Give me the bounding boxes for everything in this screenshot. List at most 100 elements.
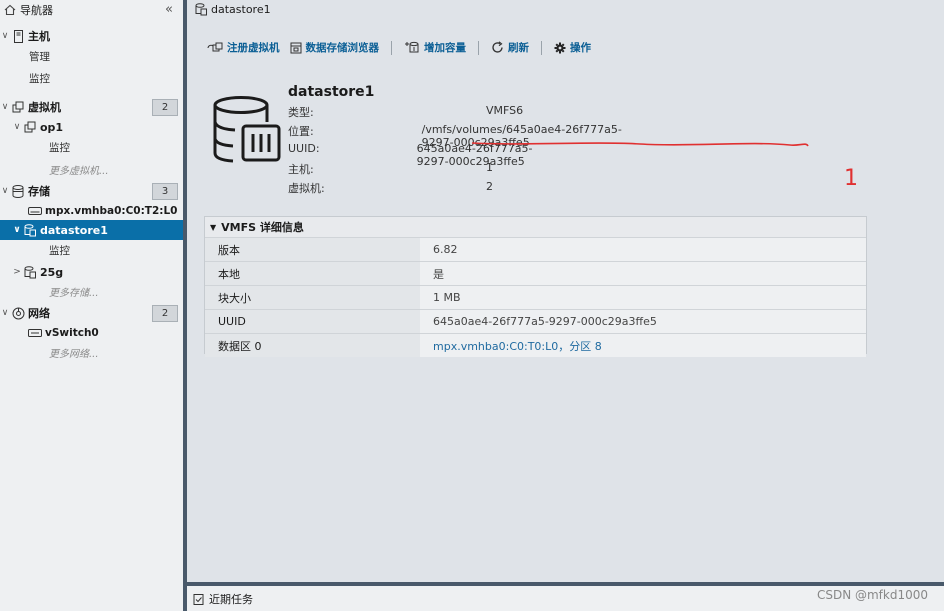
nav-item-label: 主机 xyxy=(28,30,50,43)
nav-item-more-networks[interactable]: 更多网络... xyxy=(0,342,183,362)
summary-row-type: 类型: VMFS6 xyxy=(288,104,523,123)
nav-item-datastore1[interactable]: ∨ datastore1 xyxy=(0,220,183,240)
vmfs-row-local: 本地 是 xyxy=(205,261,866,285)
vmfs-row-block-size: 块大小 1 MB xyxy=(205,285,866,309)
increase-capacity-label: 增加容量 xyxy=(424,42,466,54)
toolbar-divider xyxy=(541,40,542,55)
chevron-down-icon[interactable]: ∨ xyxy=(0,102,10,112)
nav-item-storage[interactable]: ∨ 存储 3 xyxy=(0,181,183,201)
datastore-large-icon xyxy=(213,96,283,168)
register-vm-label: 注册虚拟机 xyxy=(227,42,280,54)
nav-item-mpx-device[interactable]: mpx.vmhba0:C0:T2:L0 xyxy=(0,201,183,221)
nav-item-label: 更多存储... xyxy=(49,287,99,299)
vmfs-details-header[interactable]: ▼ VMFS 详细信息 xyxy=(205,217,866,237)
chevron-down-icon[interactable]: ∨ xyxy=(0,308,10,318)
disk-icon xyxy=(28,204,42,218)
nav-item-vm-op1[interactable]: ∨ op1 xyxy=(0,117,183,137)
nav-item-label: 更多虚拟机... xyxy=(49,165,109,177)
toolbar-divider xyxy=(391,40,392,55)
datastore-name: datastore1 xyxy=(288,84,375,100)
refresh-icon xyxy=(491,41,504,54)
collapse-sidebar-button[interactable]: « xyxy=(165,2,173,17)
datastore-browser-label: 数据存储浏览器 xyxy=(305,42,380,54)
datastore-browser-button[interactable]: 数据存储浏览器 xyxy=(290,40,380,55)
vmfs-row-label: 块大小 xyxy=(205,286,420,309)
nav-item-op1-monitor[interactable]: 监控 xyxy=(0,137,183,157)
increase-capacity-button[interactable]: 增加容量 xyxy=(404,40,466,55)
navigator-sidebar: 导航器 « ∨ 主机 管理 监控 ∨ 虚拟机 2 ∨ op1 监控 更多虚拟机.… xyxy=(0,0,183,611)
home-icon[interactable] xyxy=(4,4,16,16)
recent-tasks-label: 近期任务 xyxy=(209,592,253,606)
collapse-triangle-icon[interactable]: ▼ xyxy=(210,223,216,232)
summary-value: 1 xyxy=(486,161,493,174)
nav-item-host-monitor[interactable]: 监控 xyxy=(0,68,183,88)
vmfs-details-panel: ▼ VMFS 详细信息 版本 6.82 本地 是 块大小 1 MB UUID 6… xyxy=(204,216,867,357)
nav-item-label: 存储 xyxy=(28,185,50,198)
watermark: CSDN @mfkd1000 xyxy=(816,588,928,602)
nav-item-host[interactable]: ∨ 主机 xyxy=(0,26,183,46)
nav-item-label: mpx.vmhba0:C0:T2:L0 xyxy=(45,205,178,217)
nav-item-label: 监控 xyxy=(29,72,50,85)
summary-row-hosts: 主机: 1 xyxy=(288,161,493,180)
main-panel: datastore1 注册虚拟机 数据存储浏览器 增加容量 刷新 操作 data… xyxy=(187,0,944,582)
register-vm-icon xyxy=(207,42,223,54)
actions-button[interactable]: 操作 xyxy=(554,40,591,55)
browser-icon xyxy=(290,42,302,54)
summary-label: UUID: xyxy=(288,142,320,155)
chevron-down-icon[interactable]: ∨ xyxy=(0,31,10,41)
vmfs-row-value: 是 xyxy=(420,262,866,285)
summary-label: 位置: xyxy=(288,125,314,138)
nav-item-25g[interactable]: > 25g xyxy=(0,262,183,282)
nav-item-vms[interactable]: ∨ 虚拟机 2 xyxy=(0,97,183,117)
increase-capacity-icon xyxy=(404,41,420,54)
red-underline-annotation xyxy=(471,142,809,147)
storage-count-badge: 3 xyxy=(152,183,178,200)
nav-item-vswitch0[interactable]: vSwitch0 xyxy=(0,323,183,343)
nav-item-network[interactable]: ∨ 网络 2 xyxy=(0,303,183,323)
navigator-header: 导航器 « xyxy=(0,0,183,20)
nav-item-label: 监控 xyxy=(49,141,70,154)
nav-item-datastore1-monitor[interactable]: 监控 xyxy=(0,240,183,260)
chevron-down-icon[interactable]: ∨ xyxy=(12,225,22,235)
nav-item-label: vSwitch0 xyxy=(45,327,99,339)
refresh-button[interactable]: 刷新 xyxy=(491,40,529,55)
vmfs-row-value: 645a0ae4-26f777a5-9297-000c29a3ffe5 xyxy=(420,310,866,333)
nav-item-label: 25g xyxy=(40,265,64,279)
nav-item-host-manage[interactable]: 管理 xyxy=(0,46,183,66)
summary-label: 主机: xyxy=(288,163,314,176)
nav-item-label: 更多网络... xyxy=(49,348,99,360)
nav-item-more-storage[interactable]: 更多存储... xyxy=(0,281,183,301)
summary-label: 类型: xyxy=(288,106,314,119)
nav-item-label: op1 xyxy=(40,120,64,134)
annotation-number: 1 xyxy=(844,166,858,191)
navigator-title: 导航器 xyxy=(20,4,53,17)
host-icon xyxy=(11,29,25,43)
refresh-label: 刷新 xyxy=(508,42,529,54)
summary-value: VMFS6 xyxy=(486,104,524,117)
chevron-down-icon[interactable]: ∨ xyxy=(12,122,22,132)
vmfs-row-label: 版本 xyxy=(205,238,420,261)
vm-icon xyxy=(23,120,37,134)
vmfs-row-label: UUID xyxy=(205,310,420,333)
vmfs-row-value: 1 MB xyxy=(420,286,866,309)
vmfs-row-version: 版本 6.82 xyxy=(205,237,866,261)
datastore-icon xyxy=(195,3,207,16)
summary-value: 2 xyxy=(486,180,493,193)
nav-item-more-vms[interactable]: 更多虚拟机... xyxy=(0,159,183,179)
vmfs-row-uuid: UUID 645a0ae4-26f777a5-9297-000c29a3ffe5 xyxy=(205,309,866,333)
gear-icon xyxy=(554,42,566,54)
nav-item-label: 网络 xyxy=(28,307,50,320)
nav-item-label: 管理 xyxy=(29,50,50,63)
tasks-icon xyxy=(193,593,204,605)
datastore-icon xyxy=(23,265,37,279)
vmfs-row-extent: 数据区 0 mpx.vmhba0:C0:T0:L0，分区 8 xyxy=(205,333,866,357)
nav-item-label: datastore1 xyxy=(40,223,108,237)
storage-icon xyxy=(11,184,25,198)
network-count-badge: 2 xyxy=(152,305,178,322)
chevron-down-icon[interactable]: ∨ xyxy=(0,186,10,196)
register-vm-button[interactable]: 注册虚拟机 xyxy=(207,40,280,55)
extent-link[interactable]: mpx.vmhba0:C0:T0:L0，分区 8 xyxy=(420,334,866,357)
nav-item-label: 监控 xyxy=(49,244,70,257)
network-icon xyxy=(11,306,25,320)
chevron-right-icon[interactable]: > xyxy=(12,267,22,277)
